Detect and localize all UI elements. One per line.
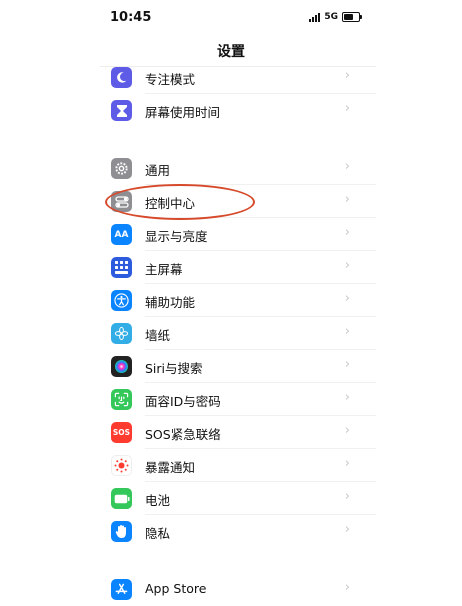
settings-item-label: 电池 <box>145 493 171 508</box>
chevron-right-icon: › <box>344 423 350 438</box>
status-indicators: 5G <box>309 12 362 22</box>
settings-item-label: 显示与亮度 <box>145 229 208 244</box>
settings-item-label: App Store <box>145 581 207 596</box>
settings-item-home-screen[interactable]: 主屏幕 › <box>100 251 376 284</box>
settings-item-label: 专注模式 <box>145 72 196 87</box>
exposure-icon <box>111 455 132 476</box>
chevron-right-icon: › <box>344 357 350 372</box>
hourglass-icon <box>111 100 132 121</box>
network-type: 5G <box>324 12 338 22</box>
battery-icon <box>111 488 132 509</box>
settings-item-label: 主屏幕 <box>145 262 183 277</box>
status-time: 10:45 <box>110 10 152 25</box>
text-size-icon: AA <box>111 224 132 245</box>
gear-icon <box>111 158 132 179</box>
settings-item-label: 辅助功能 <box>145 295 196 310</box>
settings-item-label: 通用 <box>145 163 171 178</box>
chevron-right-icon: › <box>344 489 350 504</box>
settings-item-label: 墙纸 <box>145 328 171 343</box>
chevron-right-icon: › <box>344 101 350 116</box>
settings-item-general[interactable]: 通用 › <box>100 152 376 185</box>
settings-item-face-id-passcode[interactable]: 面容ID与密码 › <box>100 383 376 416</box>
chevron-right-icon: › <box>344 324 350 339</box>
face-id-icon <box>111 389 132 410</box>
settings-item-display-brightness[interactable]: AA 显示与亮度 › <box>100 218 376 251</box>
settings-item-privacy[interactable]: 隐私 › <box>100 515 376 548</box>
battery-status-icon <box>342 12 362 22</box>
text-size-glyph: AA <box>114 229 129 240</box>
sos-glyph: SOS <box>112 428 131 437</box>
chevron-right-icon: › <box>344 258 350 273</box>
settings-item-label: 隐私 <box>145 526 171 541</box>
settings-screen: 10:45 5G 设置 专注模式 › 屏幕使用时间 › 通用 › 控制中心 › … <box>0 0 462 600</box>
settings-item-app-store[interactable]: App Store › <box>100 573 376 606</box>
highlight-annotation <box>105 184 255 220</box>
settings-item-wallpaper[interactable]: 墙纸 › <box>100 317 376 350</box>
app-store-icon <box>111 579 132 600</box>
home-grid-icon <box>111 257 132 278</box>
settings-item-label: 暴露通知 <box>145 460 196 475</box>
flower-icon <box>111 323 132 344</box>
chevron-right-icon: › <box>344 291 350 306</box>
accessibility-icon <box>111 290 132 311</box>
hand-icon <box>111 521 132 542</box>
settings-item-label: Siri与搜索 <box>145 361 203 376</box>
chevron-right-icon: › <box>344 456 350 471</box>
status-bar: 10:45 5G <box>0 0 462 34</box>
settings-item-exposure-notifications[interactable]: 暴露通知 › <box>100 449 376 482</box>
settings-item-emergency-sos[interactable]: SOS SOS紧急联络 › <box>100 416 376 449</box>
sos-icon: SOS <box>111 422 132 443</box>
settings-item-label: 屏幕使用时间 <box>145 105 221 120</box>
chevron-right-icon: › <box>344 192 350 207</box>
chevron-right-icon: › <box>344 225 350 240</box>
siri-icon <box>111 356 132 377</box>
chevron-right-icon: › <box>344 159 350 174</box>
settings-item-label: SOS紧急联络 <box>145 427 221 442</box>
moon-icon <box>111 67 132 88</box>
chevron-right-icon: › <box>344 522 350 537</box>
page-title: 设置 <box>217 44 245 60</box>
settings-item-label: 面容ID与密码 <box>145 394 221 409</box>
settings-item-battery[interactable]: 电池 › <box>100 482 376 515</box>
settings-item-focus[interactable]: 专注模式 › <box>100 61 376 94</box>
chevron-right-icon: › <box>344 580 350 595</box>
settings-item-screen-time[interactable]: 屏幕使用时间 › <box>100 94 376 127</box>
chevron-right-icon: › <box>344 390 350 405</box>
settings-item-accessibility[interactable]: 辅助功能 › <box>100 284 376 317</box>
chevron-right-icon: › <box>344 68 350 83</box>
settings-item-siri-search[interactable]: Siri与搜索 › <box>100 350 376 383</box>
cellular-signal-icon <box>309 12 321 22</box>
